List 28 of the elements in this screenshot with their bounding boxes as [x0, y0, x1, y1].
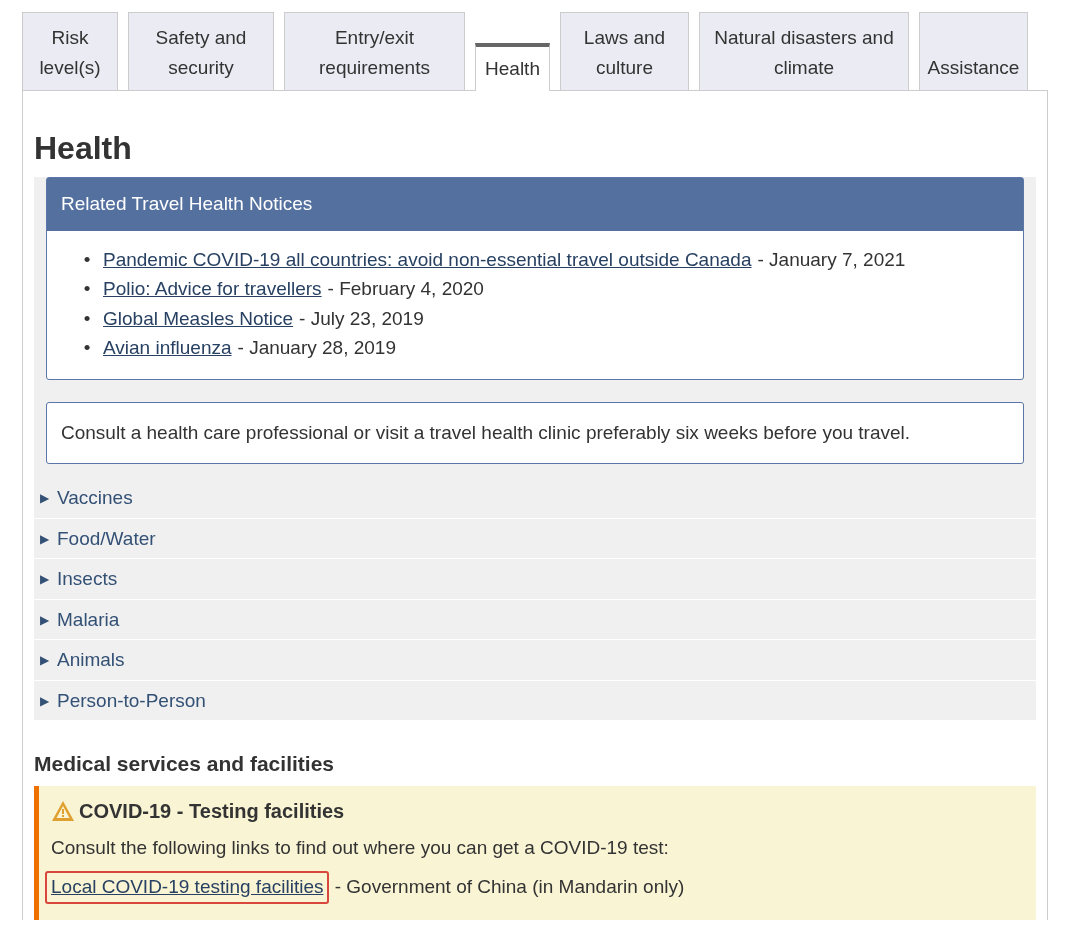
tab[interactable]: Assistance — [919, 12, 1028, 90]
notice-date: - July 23, 2019 — [299, 306, 424, 331]
page-heading: Health — [34, 129, 133, 168]
alert-title: COVID-19 - Testing facilities — [79, 799, 345, 825]
notice-link[interactable]: Polio: Advice for travellers — [103, 274, 322, 304]
bullet: • — [82, 247, 92, 272]
notice-date: - January 7, 2021 — [757, 247, 906, 272]
section-heading: Medical services and facilities — [34, 751, 335, 777]
alert-text: Consult the following links to find out where you can get a COVID-19 test: — [51, 836, 670, 861]
tab[interactable]: Risk level(s) — [22, 12, 118, 90]
notice-date: - January 28, 2019 — [237, 336, 396, 361]
bullet: • — [82, 277, 92, 302]
notice-link[interactable]: Global Measles Notice — [103, 303, 294, 334]
tab[interactable]: Entry/exit requirements — [284, 12, 465, 90]
bullet: • — [82, 336, 92, 361]
bullet: • — [82, 306, 92, 331]
warning-icon — [51, 800, 75, 823]
testing-facilities-link[interactable]: Local COVID-19 testing facilities — [45, 870, 330, 904]
notice-link[interactable]: Avian influenza — [103, 333, 232, 363]
tab[interactable]: Safety and security — [128, 12, 274, 90]
advice-note: Consult a health care professional or visit a travel health clinic preferably six weeks before you travel. — [46, 401, 1024, 465]
notice-link[interactable]: Pandemic COVID-19 all countries: avoid non-essential travel outside Canada — [103, 244, 752, 275]
tab[interactable]: Laws and culture — [560, 12, 689, 90]
link-description: - Government of China (in Mandarin only) — [334, 875, 685, 897]
notices-card-header: Related Travel Health Notices — [47, 178, 1023, 231]
notice-date: - February 4, 2020 — [327, 277, 484, 302]
tab[interactable]: Health — [475, 43, 550, 91]
tab[interactable]: Natural disasters and climate — [699, 12, 909, 90]
